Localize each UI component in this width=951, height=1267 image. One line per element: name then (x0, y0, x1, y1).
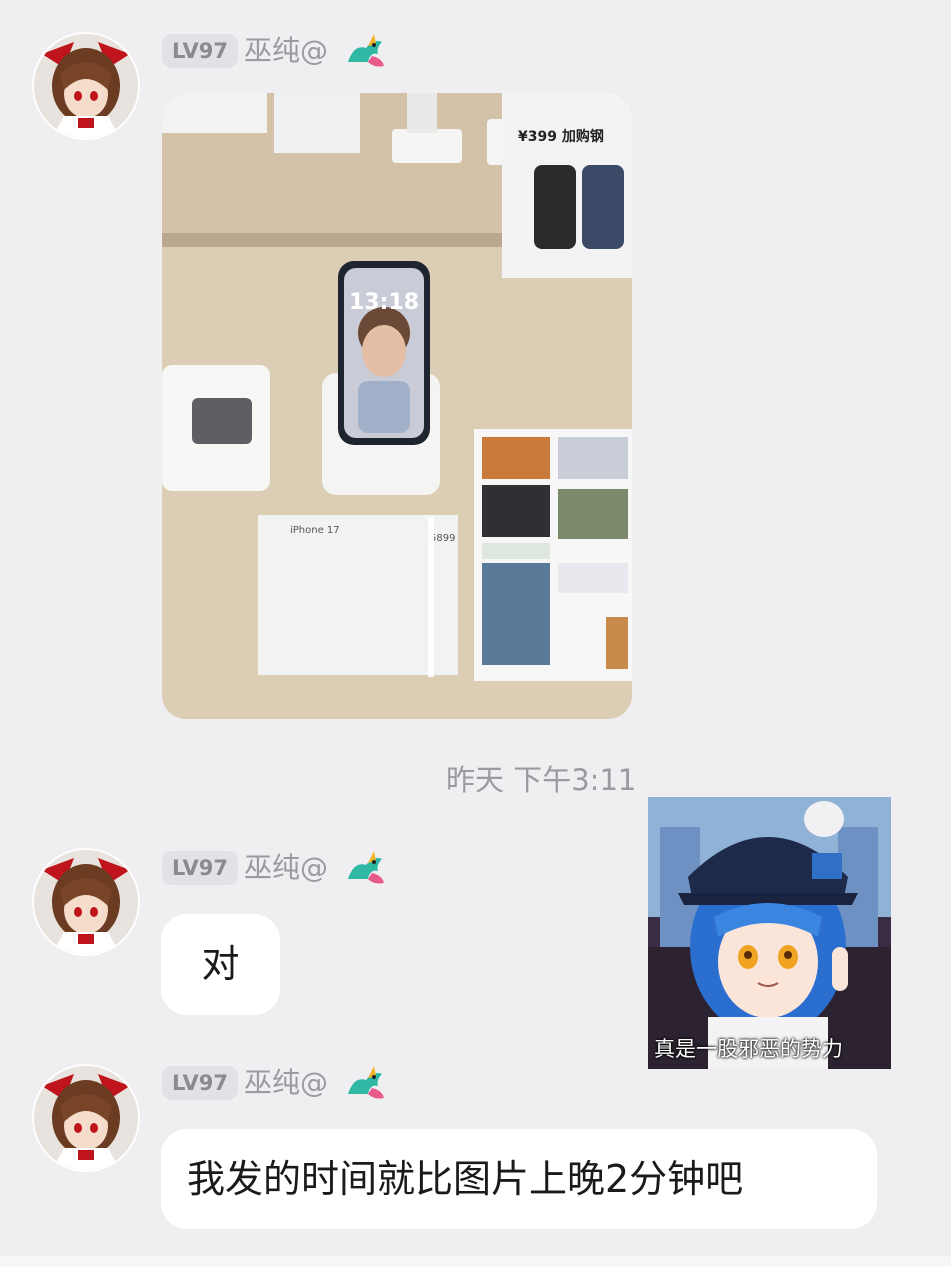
message-timestamp: 昨天 下午3:11 (446, 763, 637, 797)
message-image[interactable]: ¥399 加购钢 13:18 iPhone 17 5899 (162, 93, 632, 719)
avatar[interactable] (32, 1064, 140, 1172)
sign-price-text: ¥399 加购钢 (518, 128, 604, 145)
username[interactable]: 巫纯@ (244, 1063, 328, 1103)
dragon-badge-icon (344, 1064, 386, 1102)
level-badge: LV97 (162, 851, 238, 885)
sticker-caption: 真是一股邪恶的势力 (654, 1037, 843, 1061)
avatar[interactable] (32, 32, 140, 140)
message-bubble[interactable]: 我发的时间就比图片上晚2分钟吧 (161, 1129, 877, 1229)
level-badge: LV97 (162, 1066, 238, 1100)
level-badge: LV97 (162, 34, 238, 68)
card-model-text: iPhone 17 (290, 525, 340, 536)
dragon-badge-icon (344, 32, 386, 70)
dragon-badge-icon (344, 849, 386, 887)
username[interactable]: 巫纯@ (244, 848, 328, 888)
message-bubble[interactable]: 对 (161, 914, 280, 1015)
avatar[interactable] (32, 848, 140, 956)
sticker-image[interactable]: 真是一股邪恶的势力 (648, 797, 891, 1069)
bottom-bar (0, 1256, 951, 1267)
username[interactable]: 巫纯@ (244, 31, 328, 71)
lockscreen-clock-text: 13:18 (349, 290, 419, 315)
